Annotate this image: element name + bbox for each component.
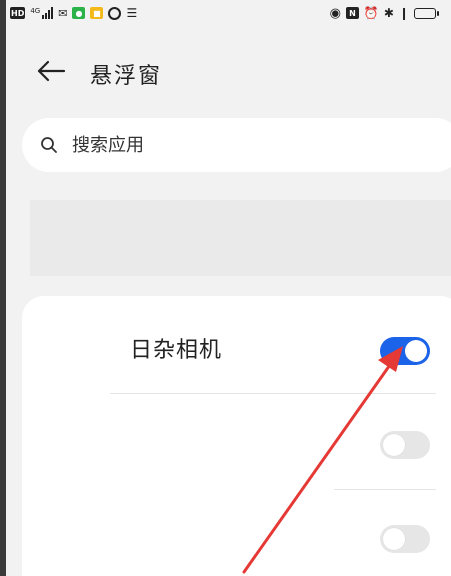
- back-arrow-icon: [37, 60, 66, 82]
- divider: [334, 489, 436, 490]
- battery-icon: [414, 7, 439, 19]
- app-row-rizaxiangji[interactable]: 日杂相机: [22, 318, 442, 378]
- toggle-knob: [383, 528, 405, 550]
- nfc-icon: N: [345, 7, 359, 19]
- yellow-app-icon: ■: [90, 7, 104, 19]
- signal-label: 4G: [30, 7, 41, 15]
- status-bar: HD 4G ✉ ● ■ ☰ ◉ N ⏰ ✱ ❙: [10, 4, 439, 22]
- app-row[interactable]: [22, 506, 442, 566]
- wechat-icon: ●: [72, 7, 86, 19]
- toggle-knob: [383, 434, 405, 456]
- signal-icon: 4G: [30, 7, 54, 19]
- app-name: 日杂相机: [130, 338, 223, 363]
- floating-window-toggle[interactable]: [380, 525, 430, 553]
- bluetooth-icon: ✱: [383, 6, 394, 20]
- eye-icon: ◉: [329, 5, 341, 21]
- back-button[interactable]: [36, 58, 70, 84]
- vibrate-icon: ❙: [398, 6, 409, 20]
- status-right: ◉ N ⏰ ✱ ❙: [330, 6, 439, 21]
- sim-icon: ✉: [58, 6, 68, 20]
- left-edge: [0, 0, 6, 576]
- floating-window-toggle[interactable]: [380, 431, 430, 459]
- alarm-icon: ⏰: [363, 6, 379, 20]
- floating-window-toggle[interactable]: [380, 337, 430, 365]
- search-icon: [41, 137, 57, 153]
- ring-icon: [108, 6, 122, 20]
- page-title: 悬浮窗: [90, 64, 163, 89]
- search-input[interactable]: [72, 134, 372, 156]
- hd-icon: HD: [10, 7, 26, 19]
- screen: HD 4G ✉ ● ■ ☰ ◉ N ⏰ ✱ ❙ 悬浮窗 搜索应用 日杂相机: [0, 0, 451, 576]
- recorder-icon: ☰: [126, 6, 138, 20]
- toggle-knob: [405, 340, 427, 362]
- app-list-card: 日杂相机: [22, 296, 451, 576]
- app-row[interactable]: [22, 412, 442, 472]
- blank-area: [30, 200, 451, 276]
- divider: [110, 393, 436, 394]
- status-left: HD 4G ✉ ● ■ ☰: [10, 6, 137, 20]
- search-bar[interactable]: [22, 118, 451, 172]
